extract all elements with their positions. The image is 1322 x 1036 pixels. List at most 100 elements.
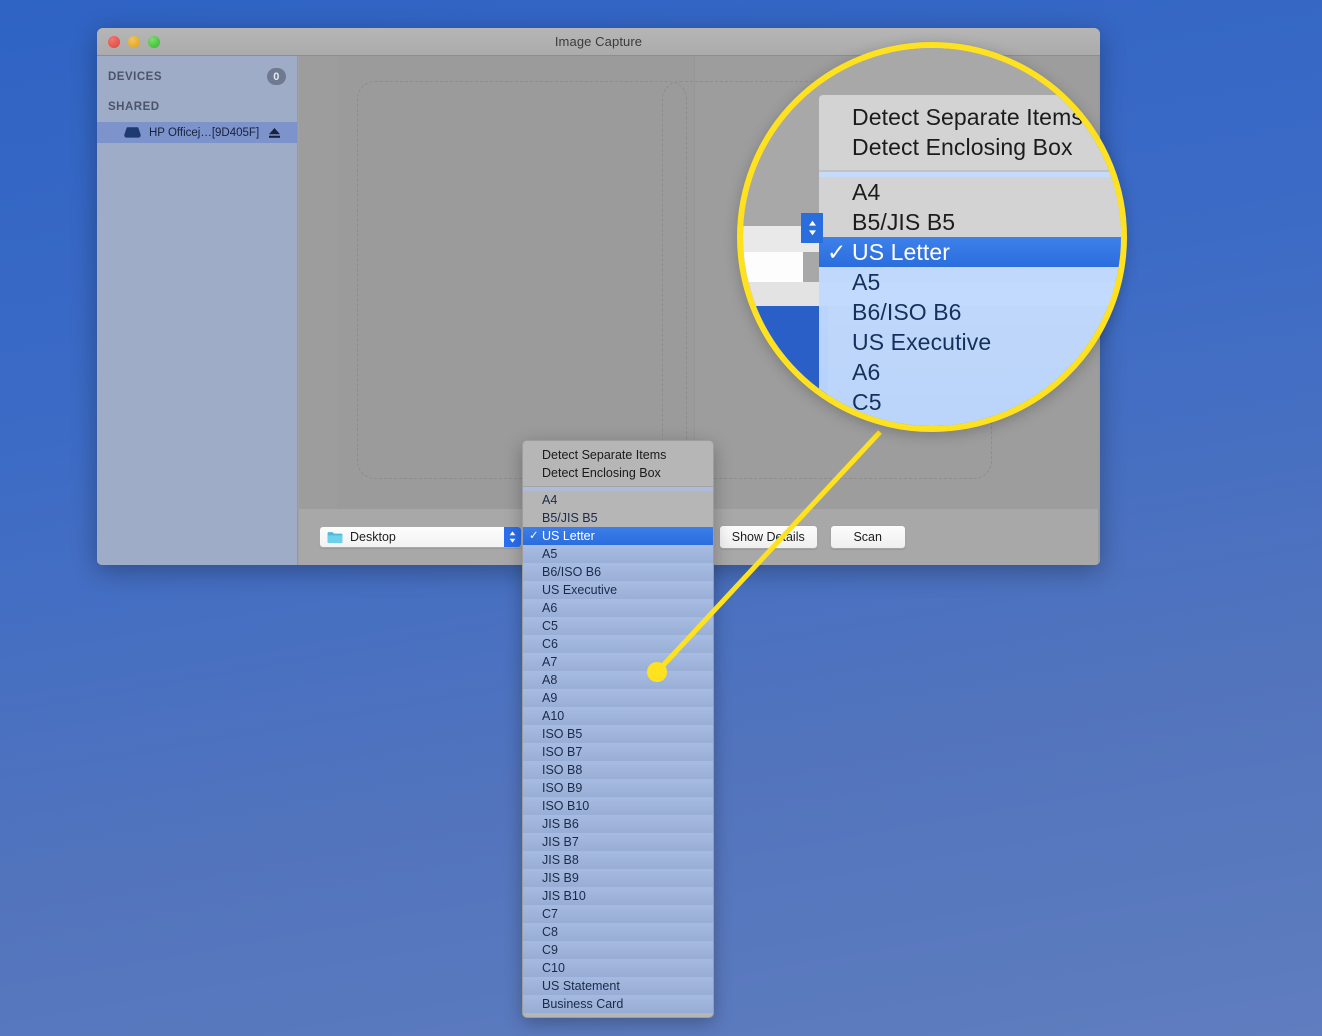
- menu-item-a4[interactable]: A4: [523, 491, 713, 509]
- lens-menu-item-a4: A4: [819, 177, 1121, 207]
- scan-button[interactable]: Scan: [829, 525, 906, 549]
- lens-commands-group: Detect Separate Items Detect Enclosing B…: [819, 95, 1121, 170]
- lens-menu-item-a6: A6: [819, 357, 1121, 387]
- menu-item-iso-b8[interactable]: ISO B8: [523, 761, 713, 779]
- window-traffic-lights[interactable]: [108, 36, 160, 48]
- menu-item-iso-b10[interactable]: ISO B10: [523, 797, 713, 815]
- menu-item-b6-iso-b6[interactable]: B6/ISO B6: [523, 563, 713, 581]
- menu-item-label: ISO B8: [542, 763, 583, 777]
- lens-chevron-updown-icon: [801, 213, 823, 243]
- menu-item-label: JIS B6: [542, 817, 579, 831]
- menu-item-b5-jis-b5[interactable]: B5/JIS B5: [523, 509, 713, 527]
- lens-menu-item-a5: A5: [819, 267, 1121, 297]
- menu-item-business-card[interactable]: Business Card: [523, 995, 713, 1013]
- menu-item-c9[interactable]: C9: [523, 941, 713, 959]
- menu-item-label: JIS B10: [542, 889, 586, 903]
- menu-item-label: ISO B5: [542, 727, 583, 741]
- menu-item-label: B5/JIS B5: [542, 511, 598, 525]
- menu-item-jis-b8[interactable]: JIS B8: [523, 851, 713, 869]
- menu-item-iso-b5[interactable]: ISO B5: [523, 725, 713, 743]
- lens-crop-dash: [843, 48, 883, 52]
- menu-item-label: C10: [542, 961, 565, 975]
- menu-item-label: JIS B9: [542, 871, 579, 885]
- magnifier-contents: Detect Separate Items Detect Enclosing B…: [743, 48, 1121, 426]
- sidebar-item-hp-officejet[interactable]: HP Officej…[9D405F]: [97, 122, 297, 143]
- minimize-button[interactable]: [128, 36, 140, 48]
- menu-item-label: C7: [542, 907, 558, 921]
- paper-size-dropdown-menu[interactable]: Detect Separate Items Detect Enclosing B…: [522, 440, 714, 1018]
- menu-item-a6[interactable]: A6: [523, 599, 713, 617]
- menu-item-jis-b7[interactable]: JIS B7: [523, 833, 713, 851]
- lens-menu-item-detect-enclosing-box: Detect Enclosing Box: [852, 134, 1073, 160]
- menu-item-jis-b9[interactable]: JIS B9: [523, 869, 713, 887]
- lens-menu-item-label: US Letter: [852, 239, 951, 265]
- menu-item-label: A9: [542, 691, 558, 705]
- menu-item-label: A10: [542, 709, 565, 723]
- maximize-button[interactable]: [148, 36, 160, 48]
- close-button[interactable]: [108, 36, 120, 48]
- menu-item-label: C8: [542, 925, 558, 939]
- menu-item-jis-b6[interactable]: JIS B6: [523, 815, 713, 833]
- menu-item-jis-b10[interactable]: JIS B10: [523, 887, 713, 905]
- menu-item-detect-separate-items[interactable]: Detect Separate Items: [523, 446, 713, 464]
- lens-menu: Detect Separate Items Detect Enclosing B…: [819, 95, 1121, 426]
- menu-item-us-letter[interactable]: ✓ US Letter: [523, 527, 713, 545]
- show-details-button[interactable]: Show Details: [718, 525, 818, 549]
- menu-item-label: C6: [542, 637, 558, 651]
- lens-checkmark-icon: ✓: [827, 239, 847, 265]
- dropdown-size-list[interactable]: A4 B5/JIS B5 ✓ US Letter A5 B6/ISO B6 US Execu…: [523, 487, 713, 1013]
- devices-count-badge: 0: [267, 68, 286, 85]
- lens-menu-item-label: A4: [852, 179, 881, 205]
- menu-item-a8[interactable]: A8: [523, 671, 713, 689]
- dropdown-commands-group: Detect Separate Items Detect Enclosing B…: [523, 441, 713, 486]
- magnifier-lens: Detect Separate Items Detect Enclosing B…: [737, 42, 1127, 432]
- lens-menu-item-b6-iso-b6: B6/ISO B6: [819, 297, 1121, 327]
- sidebar-section-shared: SHARED: [97, 95, 297, 119]
- lens-menu-item-us-executive: US Executive: [819, 327, 1121, 357]
- menu-item-c8[interactable]: C8: [523, 923, 713, 941]
- menu-item-c10[interactable]: C10: [523, 959, 713, 977]
- menu-item-label: US Letter: [542, 529, 595, 543]
- menu-item-label: A6: [542, 601, 558, 615]
- lens-menu-item-label: C5: [852, 389, 882, 415]
- menu-item-label: C5: [542, 619, 558, 633]
- menu-item-label: ISO B9: [542, 781, 583, 795]
- menu-item-label: US Executive: [542, 583, 618, 597]
- save-to-popup-button[interactable]: Desktop: [319, 526, 522, 548]
- menu-item-label: A8: [542, 673, 558, 687]
- menu-item-label: C9: [542, 943, 558, 957]
- crop-selection-left[interactable]: [357, 81, 687, 479]
- menu-item-label: A7: [542, 655, 558, 669]
- lens-menu-item-detect-separate-items: Detect Separate Items: [852, 104, 1083, 130]
- menu-item-iso-b9[interactable]: ISO B9: [523, 779, 713, 797]
- devices-header-label: DEVICES: [108, 71, 162, 83]
- menu-item-a9[interactable]: A9: [523, 689, 713, 707]
- devices-sidebar: DEVICES 0 SHARED HP Officej…[9D405F]: [97, 56, 298, 565]
- menu-item-a5[interactable]: A5: [523, 545, 713, 563]
- chevron-updown-icon[interactable]: [504, 527, 521, 547]
- menu-item-us-statement[interactable]: US Statement: [523, 977, 713, 995]
- menu-item-detect-enclosing-box[interactable]: Detect Enclosing Box: [523, 464, 713, 482]
- menu-item-c7[interactable]: C7: [523, 905, 713, 923]
- menu-item-c5[interactable]: C5: [523, 617, 713, 635]
- menu-item-iso-b7[interactable]: ISO B7: [523, 743, 713, 761]
- eject-icon[interactable]: [268, 127, 281, 139]
- menu-item-label: A5: [542, 547, 558, 561]
- menu-item-label: US Statement: [542, 979, 620, 993]
- menu-item-us-executive[interactable]: US Executive: [523, 581, 713, 599]
- menu-item-label: B6/ISO B6: [542, 565, 602, 579]
- menu-item-label: Business Card: [542, 997, 624, 1011]
- lens-popup-field: [743, 252, 803, 282]
- menu-item-c6[interactable]: C6: [523, 635, 713, 653]
- sidebar-section-devices: DEVICES 0: [97, 65, 297, 89]
- lens-menu-item-label: A5: [852, 269, 881, 295]
- shared-header-label: SHARED: [108, 101, 160, 113]
- checkmark-icon: ✓: [529, 530, 539, 542]
- lens-menu-item-label: US Executive: [852, 329, 992, 355]
- menu-item-label: A4: [542, 493, 558, 507]
- device-label: HP Officej…[9D405F]: [149, 126, 260, 139]
- menu-item-a7[interactable]: A7: [523, 653, 713, 671]
- lens-menu-item-label: A6: [852, 359, 881, 385]
- lens-menu-item-label: B6/ISO B6: [852, 299, 962, 325]
- menu-item-a10[interactable]: A10: [523, 707, 713, 725]
